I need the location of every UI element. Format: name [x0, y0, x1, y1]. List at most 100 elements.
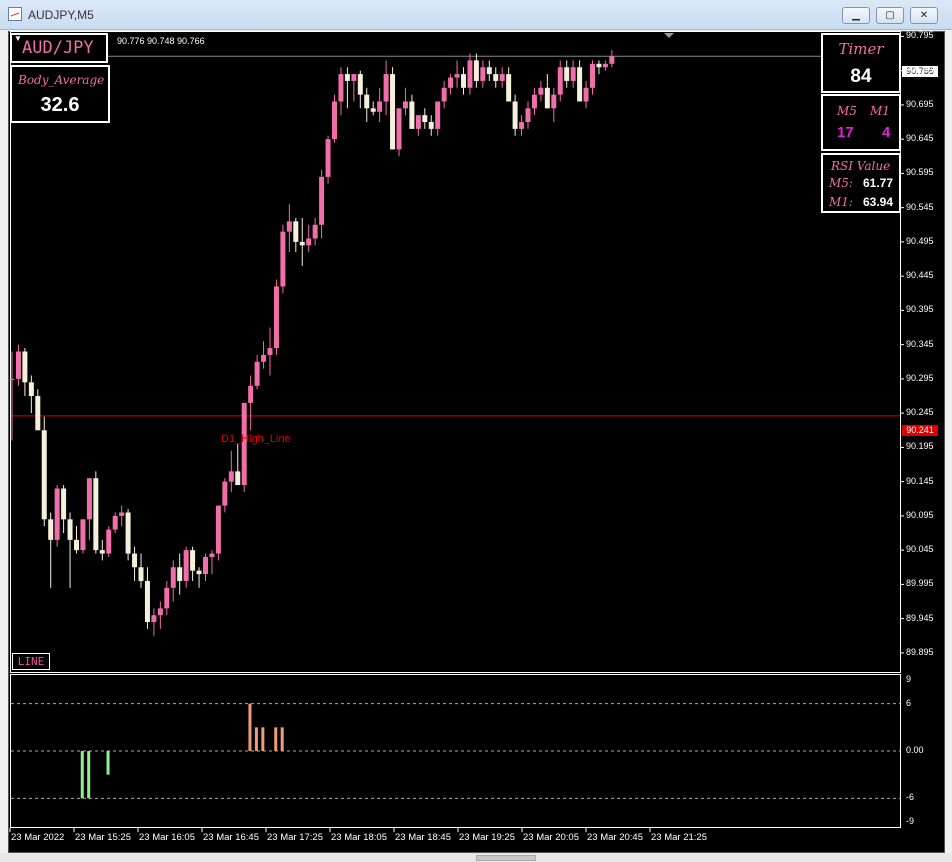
candle-body	[377, 101, 383, 112]
candle-body	[170, 567, 176, 588]
candle-body	[177, 567, 183, 581]
candle-body	[383, 74, 389, 102]
histogram-bar	[274, 727, 278, 751]
price-tick-label: 90.695	[906, 98, 934, 109]
m1-label: M1	[870, 104, 890, 118]
price-tick-label: 90.095	[906, 509, 934, 520]
rsi-m5-value: 61.77	[863, 176, 894, 190]
symbol-label: AUD/JPY	[22, 38, 94, 58]
candle-body	[248, 385, 254, 403]
candle-body	[570, 67, 576, 81]
candle-body	[138, 567, 144, 581]
candle-body	[486, 67, 492, 75]
candle-body	[15, 351, 21, 379]
candle-body	[22, 351, 28, 383]
candle-body	[499, 74, 505, 81]
body-average-value: 32.6	[40, 94, 80, 116]
candle-body	[467, 60, 473, 88]
candle-body	[61, 488, 67, 520]
body-average-box: Body_Average 32.6	[10, 65, 110, 123]
candle-body	[67, 519, 73, 540]
candle-body	[125, 512, 131, 554]
price-tick-label: 90.595	[906, 167, 934, 178]
candle-body	[428, 122, 434, 129]
candle-body	[190, 550, 196, 571]
price-tick-label: 89.895	[906, 646, 934, 657]
line-button[interactable]: LINE	[12, 653, 50, 670]
candle-body	[228, 471, 234, 482]
price-tick-label: 90.195	[906, 441, 934, 452]
candle-body	[519, 122, 525, 129]
candle-body	[454, 74, 460, 78]
candle-body	[473, 60, 479, 81]
candle-body	[557, 67, 563, 95]
candle-body	[396, 108, 402, 150]
candle-body	[254, 361, 260, 386]
price-tick-label: 90.045	[906, 544, 934, 555]
candle-body	[422, 115, 428, 123]
candle-body	[390, 74, 396, 150]
dropdown-arrow-icon[interactable]: ▼	[14, 34, 22, 43]
price-tick-label: 90.145	[906, 475, 934, 486]
candle-body	[609, 56, 615, 64]
candle-body	[319, 176, 325, 225]
candle-body	[596, 63, 602, 68]
rsi-m5-label: M5:	[829, 176, 853, 190]
histogram-bar	[254, 727, 258, 751]
candle-body	[551, 94, 557, 109]
scroll-marker-icon	[664, 33, 674, 38]
candle-body	[415, 115, 421, 129]
candle-body	[448, 77, 454, 88]
time-tick-label: 23 Mar 16:05	[139, 832, 195, 843]
horizontal-scrollbar[interactable]	[476, 855, 536, 861]
price-chart[interactable]	[0, 0, 952, 862]
candle-body	[93, 478, 99, 551]
candle-body	[28, 382, 34, 397]
candle-body	[132, 553, 138, 568]
candle-body	[164, 587, 170, 609]
symbol-box: ▼ AUD/JPY	[10, 33, 108, 63]
d1-high-line-label: D1_High_Line	[221, 433, 291, 445]
candle-body	[280, 231, 286, 287]
candle-body	[235, 471, 241, 486]
time-tick-label: 23 Mar 20:05	[523, 832, 579, 843]
candle-body	[144, 580, 150, 623]
candle-body	[86, 478, 92, 520]
candle-body	[506, 74, 512, 102]
histogram-bar	[80, 751, 84, 799]
candle-body	[577, 67, 583, 102]
candle-body	[525, 108, 531, 123]
rsi-title: RSI Value	[831, 159, 891, 173]
candle-body	[493, 74, 499, 81]
candle-body	[564, 67, 570, 81]
histogram-bar	[106, 751, 110, 775]
price-tick-label: 89.945	[906, 612, 934, 623]
time-tick-label: 23 Mar 18:05	[331, 832, 387, 843]
candle-body	[35, 396, 41, 431]
candle-body	[583, 87, 589, 102]
candle-body	[261, 354, 267, 362]
time-tick-label: 23 Mar 15:25	[75, 832, 131, 843]
d1-high-price-tag: 90.241	[902, 425, 938, 436]
candle-body	[183, 550, 189, 581]
m5-label: M5	[837, 104, 857, 118]
price-tick-label: 89.995	[906, 578, 934, 589]
histogram-bar	[87, 751, 91, 799]
candle-body	[435, 101, 441, 129]
candle-body	[338, 74, 344, 102]
candle-body	[402, 101, 408, 109]
time-tick-label: 23 Mar 2022	[11, 832, 65, 843]
candle-body	[351, 74, 357, 81]
candle-body	[512, 101, 518, 129]
subwindow-tick-label: 6	[906, 697, 912, 708]
price-tick-label: 90.395	[906, 304, 934, 315]
candle-body	[590, 63, 595, 88]
candle-body	[48, 519, 54, 540]
subwindow-tick-label: 9	[906, 674, 912, 684]
subwindow-tick-label: -6	[906, 792, 915, 803]
candle-body	[80, 519, 86, 551]
candle-body	[157, 608, 163, 616]
price-tick-label: 90.795	[906, 30, 934, 41]
candle-body	[112, 515, 118, 530]
price-tick-label: 90.495	[906, 235, 934, 246]
